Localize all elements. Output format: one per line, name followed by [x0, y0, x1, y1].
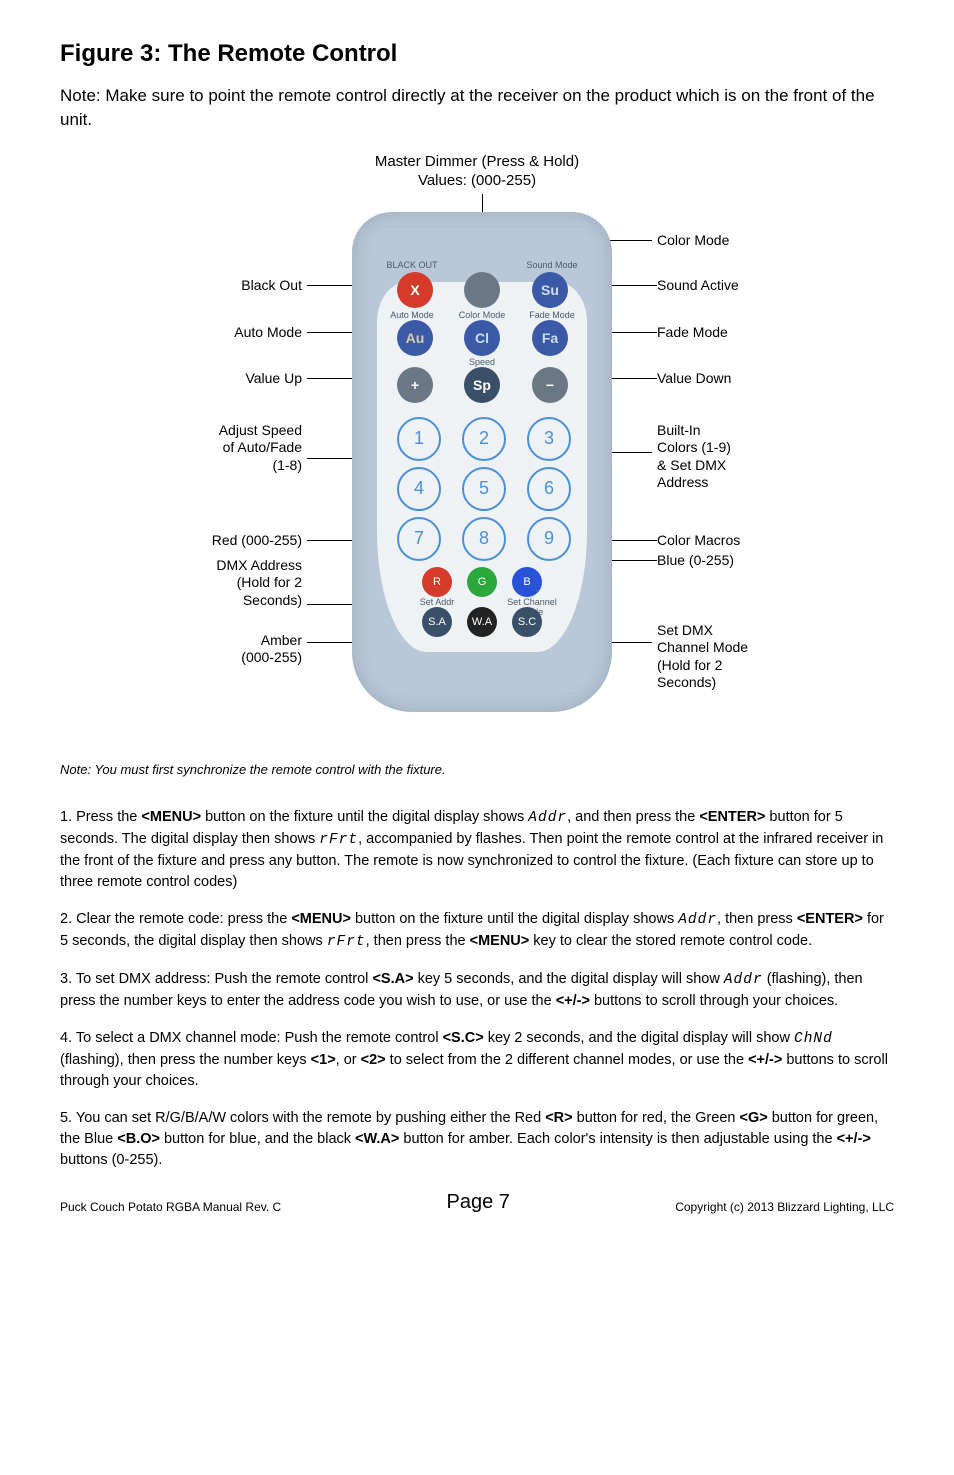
btn-green[interactable]: G — [467, 567, 497, 597]
label-setdmx: Set DMX Channel Mode (Hold for 2 Seconds… — [657, 622, 857, 692]
step-4: 4. To select a DMX channel mode: Push th… — [60, 1028, 894, 1092]
btn-auto[interactable]: Au — [397, 320, 433, 356]
btn-colormode[interactable]: Cl — [464, 320, 500, 356]
label-blue: Blue (0-255) — [657, 552, 857, 570]
label-builtin: Built-In Colors (1-9) & Set DMX Address — [657, 422, 857, 492]
btn-sound[interactable]: Su — [532, 272, 568, 308]
btn-valueup[interactable]: + — [397, 367, 433, 403]
rl-fademode: Fade Mode — [522, 310, 582, 320]
remote-body: BLACK OUT Sound Mode X Su Auto Mode Colo… — [352, 212, 612, 712]
seg-rfrt: rFrt — [319, 832, 358, 848]
label-amber: Amber (000-255) — [122, 632, 302, 667]
btn-sc[interactable]: S.C — [512, 607, 542, 637]
btn-wa[interactable]: W.A — [467, 607, 497, 637]
rl-colormode: Color Mode — [452, 310, 512, 320]
footer-right: Copyright (c) 2013 Blizzard Lighting, LL… — [675, 1200, 894, 1214]
instruction-body: 1. Press the <MENU> button on the fixtur… — [60, 807, 894, 1171]
label-sound: Sound Active — [657, 277, 857, 295]
btn-blackout[interactable]: X — [397, 272, 433, 308]
seg-chnd: ChNd — [794, 1031, 833, 1047]
remote-diagram: Master Dimmer (Press & Hold) Values: (00… — [62, 152, 892, 742]
page-title: Figure 3: The Remote Control — [60, 40, 894, 68]
label-fade: Fade Mode — [657, 324, 857, 342]
label-red: Red (000-255) — [122, 532, 302, 550]
step-5: 5. You can set R/G/B/A/W colors with the… — [60, 1108, 894, 1171]
step-3: 3. To set DMX address: Push the remote c… — [60, 969, 894, 1012]
btn-fade[interactable]: Fa — [532, 320, 568, 356]
btn-blue[interactable]: B — [512, 567, 542, 597]
page-footer: Puck Couch Potato RGBA Manual Rev. C Pag… — [60, 1191, 894, 1214]
btn-4[interactable]: 4 — [397, 467, 441, 511]
rl-speed: Speed — [452, 357, 512, 367]
rl-automode: Auto Mode — [382, 310, 442, 320]
rl-blackout: BLACK OUT — [382, 260, 442, 270]
step-1: 1. Press the <MENU> button on the fixtur… — [60, 807, 894, 893]
label-blackout: Black Out — [122, 277, 302, 295]
label-dmxaddr: DMX Address (Hold for 2 Seconds) — [122, 557, 302, 610]
step-2: 2. Clear the remote code: press the <MEN… — [60, 909, 894, 953]
seg-addr: Addr — [528, 810, 567, 826]
btn-dimmer[interactable] — [464, 272, 500, 308]
btn-sa[interactable]: S.A — [422, 607, 452, 637]
rl-setaddr: Set Addr — [407, 597, 467, 607]
label-colormode: Color Mode — [657, 232, 857, 250]
label-valueup: Value Up — [122, 370, 302, 388]
btn-2[interactable]: 2 — [462, 417, 506, 461]
btn-red[interactable]: R — [422, 567, 452, 597]
label-valuedown: Value Down — [657, 370, 857, 388]
btn-5[interactable]: 5 — [462, 467, 506, 511]
label-automode: Auto Mode — [122, 324, 302, 342]
btn-1[interactable]: 1 — [397, 417, 441, 461]
btn-7[interactable]: 7 — [397, 517, 441, 561]
btn-8[interactable]: 8 — [462, 517, 506, 561]
footer-left: Puck Couch Potato RGBA Manual Rev. C — [60, 1200, 281, 1214]
intro-note: Note: Make sure to point the remote cont… — [60, 84, 894, 132]
sync-note: Note: You must first synchronize the rem… — [60, 762, 894, 777]
footer-center: Page 7 — [281, 1191, 675, 1214]
btn-6[interactable]: 6 — [527, 467, 571, 511]
btn-valuedown[interactable]: − — [532, 367, 568, 403]
label-speed: Adjust Speed of Auto/Fade (1-8) — [122, 422, 302, 475]
rl-soundmode: Sound Mode — [522, 260, 582, 270]
btn-9[interactable]: 9 — [527, 517, 571, 561]
label-macros: Color Macros — [657, 532, 857, 550]
btn-speed[interactable]: Sp — [464, 367, 500, 403]
btn-3[interactable]: 3 — [527, 417, 571, 461]
dimmer-header-line1: Master Dimmer (Press & Hold) — [62, 152, 892, 172]
dimmer-header-line2: Values: (000-255) — [62, 171, 892, 191]
